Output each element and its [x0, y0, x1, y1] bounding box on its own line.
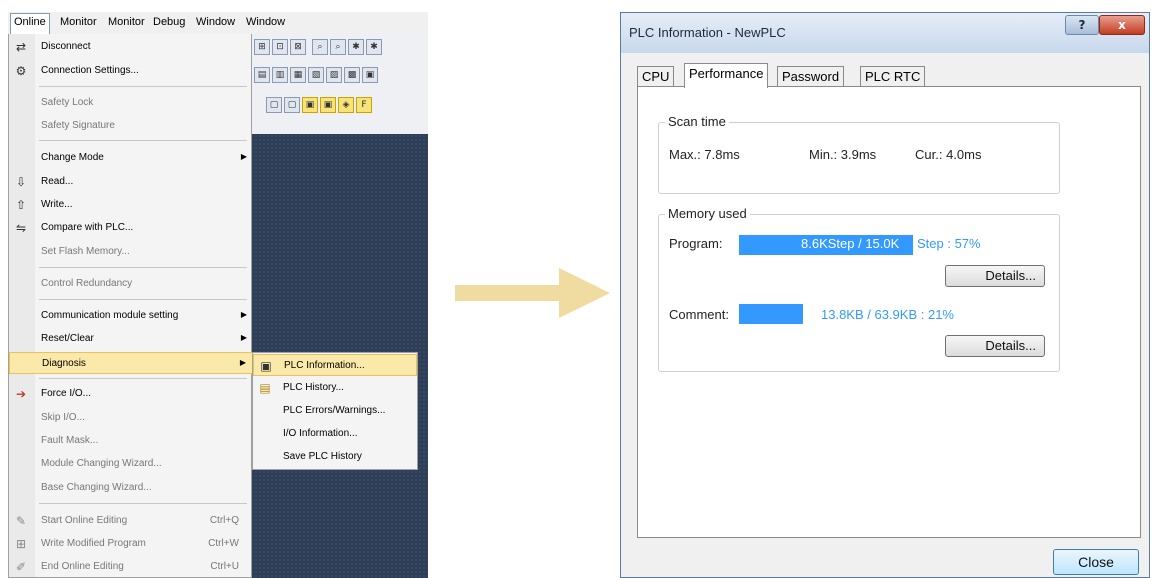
menu-item-read[interactable]: ⇩ Read... — [9, 171, 253, 193]
submenu-arrow-icon: ▶ — [240, 310, 247, 319]
toolbar-icon[interactable]: ▣ — [362, 67, 378, 83]
menu-item-compare-with-plc[interactable]: ⇋ Compare with PLC... — [9, 217, 253, 239]
program-usage-percent: Step : 57% — [917, 236, 981, 251]
toolbar-area: ⊞ ⊡ ⊠ ⌕ ⌕ ✱ ✱ ▤ ▥ ▦ ▧ ▨ ▩ ▣ ▢ ▢ ▣ ▣ ◈ F — [250, 34, 428, 134]
submenu-item-plc-errors-warnings[interactable]: PLC Errors/Warnings... — [253, 400, 417, 422]
submenu-arrow-icon: ▶ — [239, 358, 246, 367]
find-icon[interactable]: ⌕ — [330, 39, 346, 55]
toolbar-icon[interactable]: ✱ — [348, 39, 364, 55]
memory-used-group: Memory used Program: 8.6KStep / 15.0K St… — [658, 206, 1060, 372]
menu-item-start-online-editing: ✎ Start Online Editing Ctrl+Q — [9, 510, 253, 532]
find-icon[interactable]: ⌕ — [312, 39, 328, 55]
menu-item-change-mode[interactable]: Change Mode ▶ — [9, 147, 253, 169]
comment-usage-text: 13.8KB / 63.9KB : 21% — [821, 307, 954, 322]
submenu-item-save-plc-history[interactable]: Save PLC History — [253, 446, 417, 468]
scan-time-group: Scan time Max.: 7.8ms Min.: 3.9ms Cur.: … — [658, 114, 1060, 194]
program-label: Program: — [669, 236, 723, 251]
comment-label: Comment: — [669, 307, 729, 322]
right-arrow-icon — [455, 268, 610, 318]
compare-icon: ⇋ — [15, 221, 27, 235]
start-edit-icon: ✎ — [15, 514, 27, 528]
memory-used-title: Memory used — [665, 206, 750, 221]
write-icon: ⇧ — [15, 198, 27, 212]
program-details-button[interactable]: Details... — [945, 265, 1045, 287]
menu-window[interactable]: Window — [196, 16, 235, 28]
menu-item-force-io[interactable]: ➔ Force I/O... — [9, 383, 253, 405]
toolbar-icon[interactable]: ⊡ — [272, 39, 288, 55]
read-icon: ⇩ — [15, 175, 27, 189]
close-button[interactable]: Close — [1053, 549, 1139, 575]
toolbar-icon[interactable]: ▦ — [290, 67, 306, 83]
tab-cpu[interactable]: CPU — [637, 66, 675, 87]
comment-usage-bar — [739, 304, 803, 324]
menu-item-skip-io: Skip I/O... — [41, 412, 85, 423]
program-usage-text: 8.6KStep / 15.0K — [801, 236, 900, 251]
toolbar-icon[interactable]: ▧ — [308, 67, 324, 83]
write-modified-icon: ⊞ — [15, 537, 27, 551]
menu-item-reset-clear[interactable]: Reset/Clear ▶ — [9, 328, 253, 350]
menu-item-set-flash-memory: Set Flash Memory... — [41, 246, 130, 257]
plc-information-icon: ▣ — [260, 359, 272, 373]
toolbar-icon[interactable]: ▥ — [272, 67, 288, 83]
tab-password[interactable]: Password — [777, 66, 845, 87]
toolbar-icon[interactable]: ⊠ — [290, 39, 306, 55]
toolbar-icon[interactable]: ⊞ — [254, 39, 270, 55]
menu-online[interactable]: Online — [10, 13, 50, 34]
performance-panel: Scan time Max.: 7.8ms Min.: 3.9ms Cur.: … — [637, 86, 1141, 538]
submenu-item-plc-information[interactable]: ▣ PLC Information... — [253, 354, 417, 376]
menu-debug[interactable]: Debug — [153, 16, 185, 28]
help-button[interactable]: ? — [1065, 15, 1099, 35]
scan-time-max: Max.: 7.8ms — [669, 147, 740, 162]
toolbar-icon[interactable]: ▣ — [302, 97, 318, 113]
menu-window-2[interactable]: Window — [246, 16, 285, 28]
submenu-item-plc-history[interactable]: ▤ PLC History... — [253, 377, 417, 399]
toolbar-icon[interactable]: ▢ — [284, 97, 300, 113]
dialog-titlebar[interactable]: PLC Information - NewPLC ? x — [621, 13, 1149, 53]
menu-item-control-redundancy: Control Redundancy — [41, 278, 133, 289]
plc-information-dialog: PLC Information - NewPLC ? x CPU Perform… — [620, 12, 1150, 578]
menu-item-communication-module-setting[interactable]: Communication module setting ▶ — [9, 305, 253, 327]
toolbar-icon[interactable]: ▨ — [326, 67, 342, 83]
menu-item-safety-lock: Safety Lock — [41, 97, 94, 108]
menu-item-fault-mask: Fault Mask... — [41, 435, 99, 446]
dialog-title: PLC Information - NewPLC — [629, 25, 786, 40]
tab-plc-rtc[interactable]: PLC RTC — [860, 66, 926, 87]
toolbar-icon[interactable]: ◈ — [338, 97, 354, 113]
toolbar-icon[interactable]: ▤ — [254, 67, 270, 83]
menu-item-write-modified-program: ⊞ Write Modified Program Ctrl+W — [9, 533, 253, 555]
menu-item-module-changing-wizard: Module Changing Wizard... — [41, 458, 162, 469]
online-menu: ⇄ Disconnect ⚙ Connection Settings... Sa… — [8, 34, 253, 578]
comment-details-button[interactable]: Details... — [945, 335, 1045, 357]
menu-item-connection-settings[interactable]: ⚙ Connection Settings... — [9, 60, 253, 82]
scan-time-cur: Cur.: 4.0ms — [915, 147, 982, 162]
toolbar-icon[interactable]: ▢ — [266, 97, 282, 113]
menu-bar: Online Monitor Monitor Debug Window Wind… — [8, 12, 428, 34]
scan-time-title: Scan time — [665, 114, 729, 129]
menu-monitor-2[interactable]: Monitor — [108, 16, 145, 28]
disconnect-icon: ⇄ — [15, 40, 27, 54]
menu-item-end-online-editing: ✐ End Online Editing Ctrl+U — [9, 556, 253, 578]
menu-item-diagnosis[interactable]: Diagnosis ▶ — [9, 352, 253, 374]
toolbar-icon[interactable]: ✱ — [366, 39, 382, 55]
toolbar-icon[interactable]: ▩ — [344, 67, 360, 83]
menu-item-safety-signature: Safety Signature — [41, 120, 115, 131]
menu-monitor[interactable]: Monitor — [60, 16, 97, 28]
force-io-icon: ➔ — [15, 387, 27, 401]
menu-item-write[interactable]: ⇧ Write... — [9, 194, 253, 216]
menu-item-base-changing-wizard: Base Changing Wizard... — [41, 482, 152, 493]
toolbar-icon[interactable]: ▣ — [320, 97, 336, 113]
end-edit-icon: ✐ — [15, 560, 27, 574]
tab-performance[interactable]: Performance — [684, 63, 769, 88]
submenu-item-io-information[interactable]: I/O Information... — [253, 423, 417, 445]
submenu-arrow-icon: ▶ — [240, 152, 247, 161]
connection-settings-icon: ⚙ — [15, 64, 27, 78]
close-window-button[interactable]: x — [1099, 15, 1145, 35]
submenu-arrow-icon: ▶ — [240, 333, 247, 342]
toolbar-icon[interactable]: F — [356, 97, 372, 113]
menu-item-disconnect[interactable]: ⇄ Disconnect — [9, 36, 253, 58]
plc-history-icon: ▤ — [259, 381, 271, 395]
scan-time-min: Min.: 3.9ms — [809, 147, 877, 162]
diagnosis-submenu: ▣ PLC Information... ▤ PLC History... PL… — [252, 352, 418, 470]
